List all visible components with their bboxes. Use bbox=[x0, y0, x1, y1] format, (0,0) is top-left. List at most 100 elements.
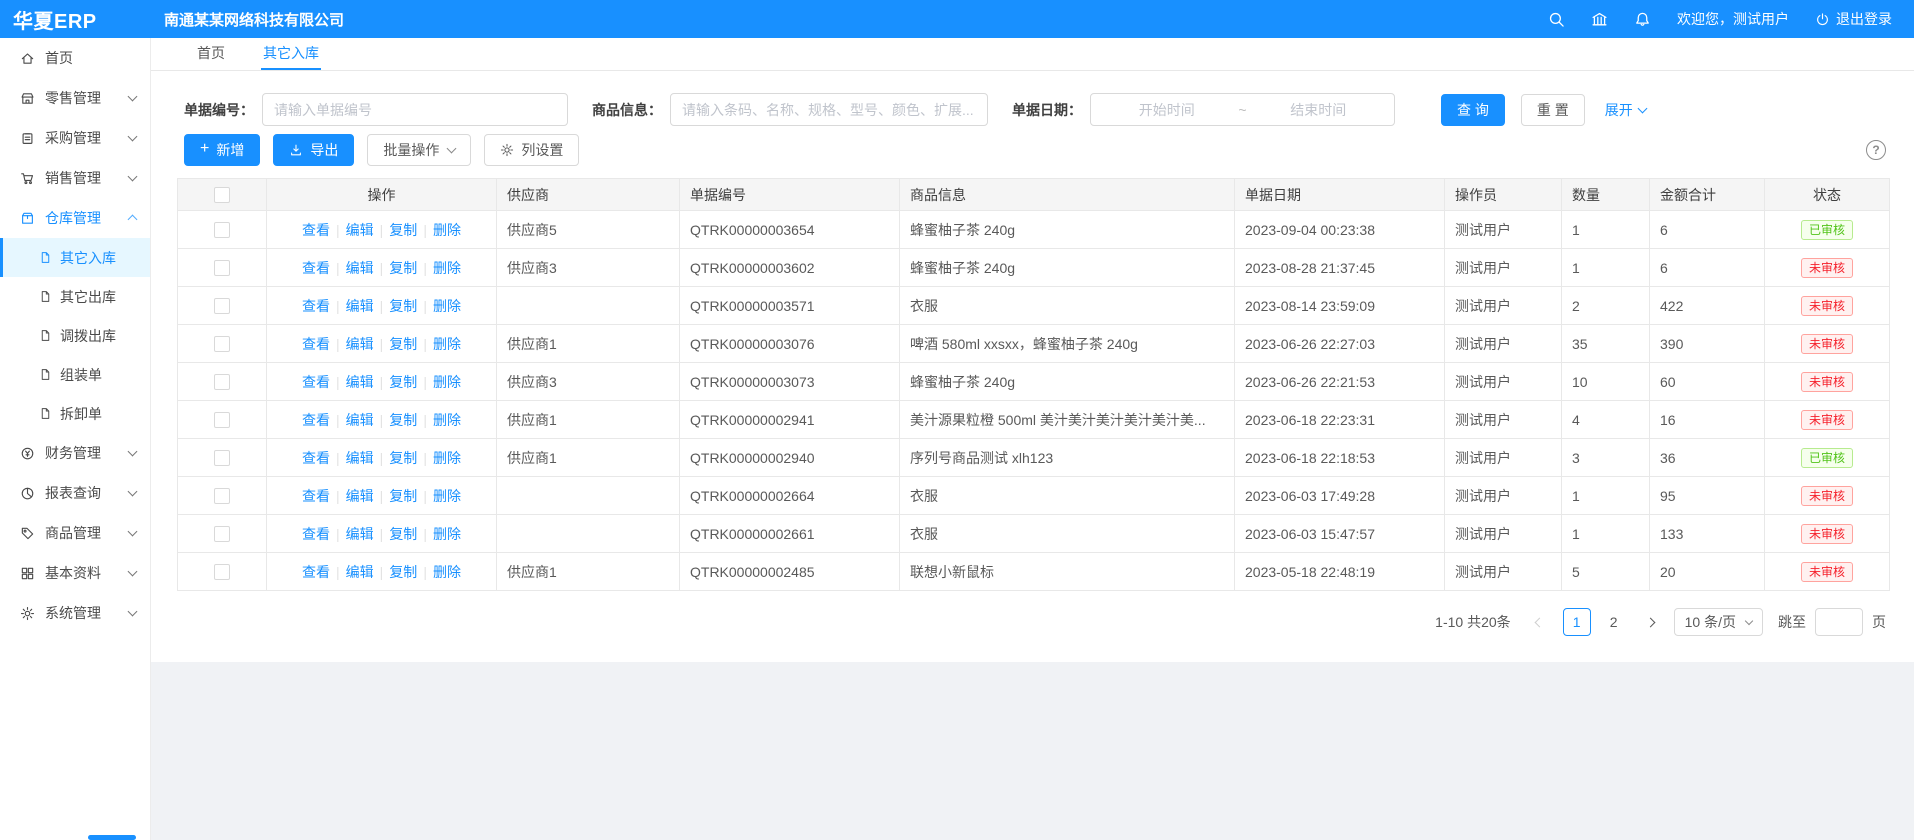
search-button[interactable]: 查 询 bbox=[1441, 94, 1505, 126]
sidebar-item-retail[interactable]: 零售管理 bbox=[0, 78, 150, 118]
row-checkbox[interactable] bbox=[214, 450, 230, 466]
bell-icon[interactable] bbox=[1634, 11, 1651, 28]
select-all-checkbox[interactable] bbox=[214, 187, 230, 203]
sidebar-item-report[interactable]: 报表查询 bbox=[0, 473, 150, 513]
tab-other-in[interactable]: 其它入库 bbox=[261, 38, 321, 70]
row-checkbox[interactable] bbox=[214, 298, 230, 314]
row-action-edit[interactable]: 编辑 bbox=[346, 526, 374, 542]
row-checkbox[interactable] bbox=[214, 336, 230, 352]
prev-page-button[interactable] bbox=[1526, 608, 1554, 636]
sidebar-item-system[interactable]: 系统管理 bbox=[0, 593, 150, 633]
row-action-delete[interactable]: 删除 bbox=[433, 564, 461, 580]
row-action-copy[interactable]: 复制 bbox=[389, 564, 417, 580]
page-2-button[interactable]: 2 bbox=[1600, 608, 1628, 636]
reset-button[interactable]: 重 置 bbox=[1521, 94, 1585, 126]
row-action-copy[interactable]: 复制 bbox=[389, 222, 417, 238]
bank-icon[interactable] bbox=[1591, 11, 1608, 28]
sidebar-subitem-disassemble[interactable]: 拆卸单 bbox=[0, 394, 150, 433]
export-button[interactable]: 导出 bbox=[273, 134, 354, 166]
page-size-select[interactable]: 10 条/页 bbox=[1674, 608, 1763, 636]
horizontal-scrollbar-thumb[interactable] bbox=[88, 835, 136, 840]
row-checkbox[interactable] bbox=[214, 564, 230, 580]
row-checkbox-cell bbox=[178, 401, 267, 439]
row-action-edit[interactable]: 编辑 bbox=[346, 488, 374, 504]
date-cell: 2023-06-18 22:23:31 bbox=[1235, 401, 1445, 439]
row-action-delete[interactable]: 删除 bbox=[433, 526, 461, 542]
row-action-copy[interactable]: 复制 bbox=[389, 488, 417, 504]
next-page-button[interactable] bbox=[1637, 608, 1665, 636]
row-action-copy[interactable]: 复制 bbox=[389, 412, 417, 428]
row-action-edit[interactable]: 编辑 bbox=[346, 450, 374, 466]
help-icon[interactable]: ? bbox=[1866, 140, 1886, 160]
logout-button[interactable]: 退出登录 bbox=[1815, 9, 1892, 29]
row-action-delete[interactable]: 删除 bbox=[433, 298, 461, 314]
sidebar-subitem-allot-out[interactable]: 调拨出库 bbox=[0, 316, 150, 355]
sidebar-item-home[interactable]: 首页 bbox=[0, 38, 150, 78]
row-action-edit[interactable]: 编辑 bbox=[346, 564, 374, 580]
add-button[interactable]: + 新增 bbox=[184, 134, 260, 166]
material-input[interactable] bbox=[670, 93, 988, 126]
row-action-edit[interactable]: 编辑 bbox=[346, 298, 374, 314]
sidebar-item-goods[interactable]: 商品管理 bbox=[0, 513, 150, 553]
jump-page-input[interactable] bbox=[1815, 608, 1863, 636]
bill-no-cell: QTRK00000003602 bbox=[680, 249, 900, 287]
row-action-edit[interactable]: 编辑 bbox=[346, 260, 374, 276]
row-action-delete[interactable]: 删除 bbox=[433, 374, 461, 390]
date-start-input[interactable] bbox=[1099, 102, 1234, 118]
row-checkbox[interactable] bbox=[214, 222, 230, 238]
sidebar-subitem-other-out[interactable]: 其它出库 bbox=[0, 277, 150, 316]
sidebar-subitem-assemble[interactable]: 组装单 bbox=[0, 355, 150, 394]
row-action-edit[interactable]: 编辑 bbox=[346, 374, 374, 390]
row-action-view[interactable]: 查看 bbox=[302, 374, 330, 390]
row-action-copy[interactable]: 复制 bbox=[389, 336, 417, 352]
sidebar-item-purchase[interactable]: 采购管理 bbox=[0, 118, 150, 158]
sidebar-subitem-other-in[interactable]: 其它入库 bbox=[0, 238, 150, 277]
row-action-edit[interactable]: 编辑 bbox=[346, 222, 374, 238]
row-action-edit[interactable]: 编辑 bbox=[346, 336, 374, 352]
row-action-view[interactable]: 查看 bbox=[302, 222, 330, 238]
chevron-up-icon bbox=[128, 215, 138, 225]
row-action-edit[interactable]: 编辑 bbox=[346, 412, 374, 428]
row-action-copy[interactable]: 复制 bbox=[389, 450, 417, 466]
sidebar-item-finance[interactable]: 财务管理 bbox=[0, 433, 150, 473]
row-checkbox[interactable] bbox=[214, 412, 230, 428]
search-icon[interactable] bbox=[1548, 11, 1565, 28]
row-checkbox[interactable] bbox=[214, 488, 230, 504]
row-checkbox[interactable] bbox=[214, 526, 230, 542]
welcome-text[interactable]: 欢迎您，测试用户 bbox=[1677, 9, 1789, 29]
row-action-view[interactable]: 查看 bbox=[302, 526, 330, 542]
expand-link[interactable]: 展开 bbox=[1605, 100, 1646, 120]
date-range-picker[interactable]: ~ bbox=[1090, 93, 1395, 126]
row-action-copy[interactable]: 复制 bbox=[389, 298, 417, 314]
row-action-delete[interactable]: 删除 bbox=[433, 488, 461, 504]
row-action-view[interactable]: 查看 bbox=[302, 488, 330, 504]
date-end-input[interactable] bbox=[1251, 102, 1386, 118]
operator-cell: 测试用户 bbox=[1445, 553, 1562, 591]
row-action-copy[interactable]: 复制 bbox=[389, 526, 417, 542]
sidebar-item-label: 商品管理 bbox=[45, 523, 129, 543]
row-action-copy[interactable]: 复制 bbox=[389, 260, 417, 276]
page-1-button[interactable]: 1 bbox=[1563, 608, 1591, 636]
row-action-view[interactable]: 查看 bbox=[302, 450, 330, 466]
row-action-view[interactable]: 查看 bbox=[302, 336, 330, 352]
column-settings-button[interactable]: 列设置 bbox=[484, 134, 579, 166]
row-action-view[interactable]: 查看 bbox=[302, 564, 330, 580]
tab-home[interactable]: 首页 bbox=[195, 38, 227, 70]
sidebar-item-basic[interactable]: 基本资料 bbox=[0, 553, 150, 593]
row-action-view[interactable]: 查看 bbox=[302, 260, 330, 276]
row-action-delete[interactable]: 删除 bbox=[433, 336, 461, 352]
row-action-delete[interactable]: 删除 bbox=[433, 450, 461, 466]
sidebar-item-sales[interactable]: 销售管理 bbox=[0, 158, 150, 198]
row-action-view[interactable]: 查看 bbox=[302, 412, 330, 428]
bill-no-input[interactable] bbox=[262, 93, 568, 126]
material-cell: 衣服 bbox=[900, 287, 1235, 325]
row-action-view[interactable]: 查看 bbox=[302, 298, 330, 314]
row-action-delete[interactable]: 删除 bbox=[433, 222, 461, 238]
row-checkbox[interactable] bbox=[214, 260, 230, 276]
row-action-copy[interactable]: 复制 bbox=[389, 374, 417, 390]
row-action-delete[interactable]: 删除 bbox=[433, 260, 461, 276]
batch-ops-button[interactable]: 批量操作 bbox=[367, 134, 471, 166]
row-checkbox[interactable] bbox=[214, 374, 230, 390]
row-action-delete[interactable]: 删除 bbox=[433, 412, 461, 428]
sidebar-item-warehouse[interactable]: 仓库管理 bbox=[0, 198, 150, 238]
